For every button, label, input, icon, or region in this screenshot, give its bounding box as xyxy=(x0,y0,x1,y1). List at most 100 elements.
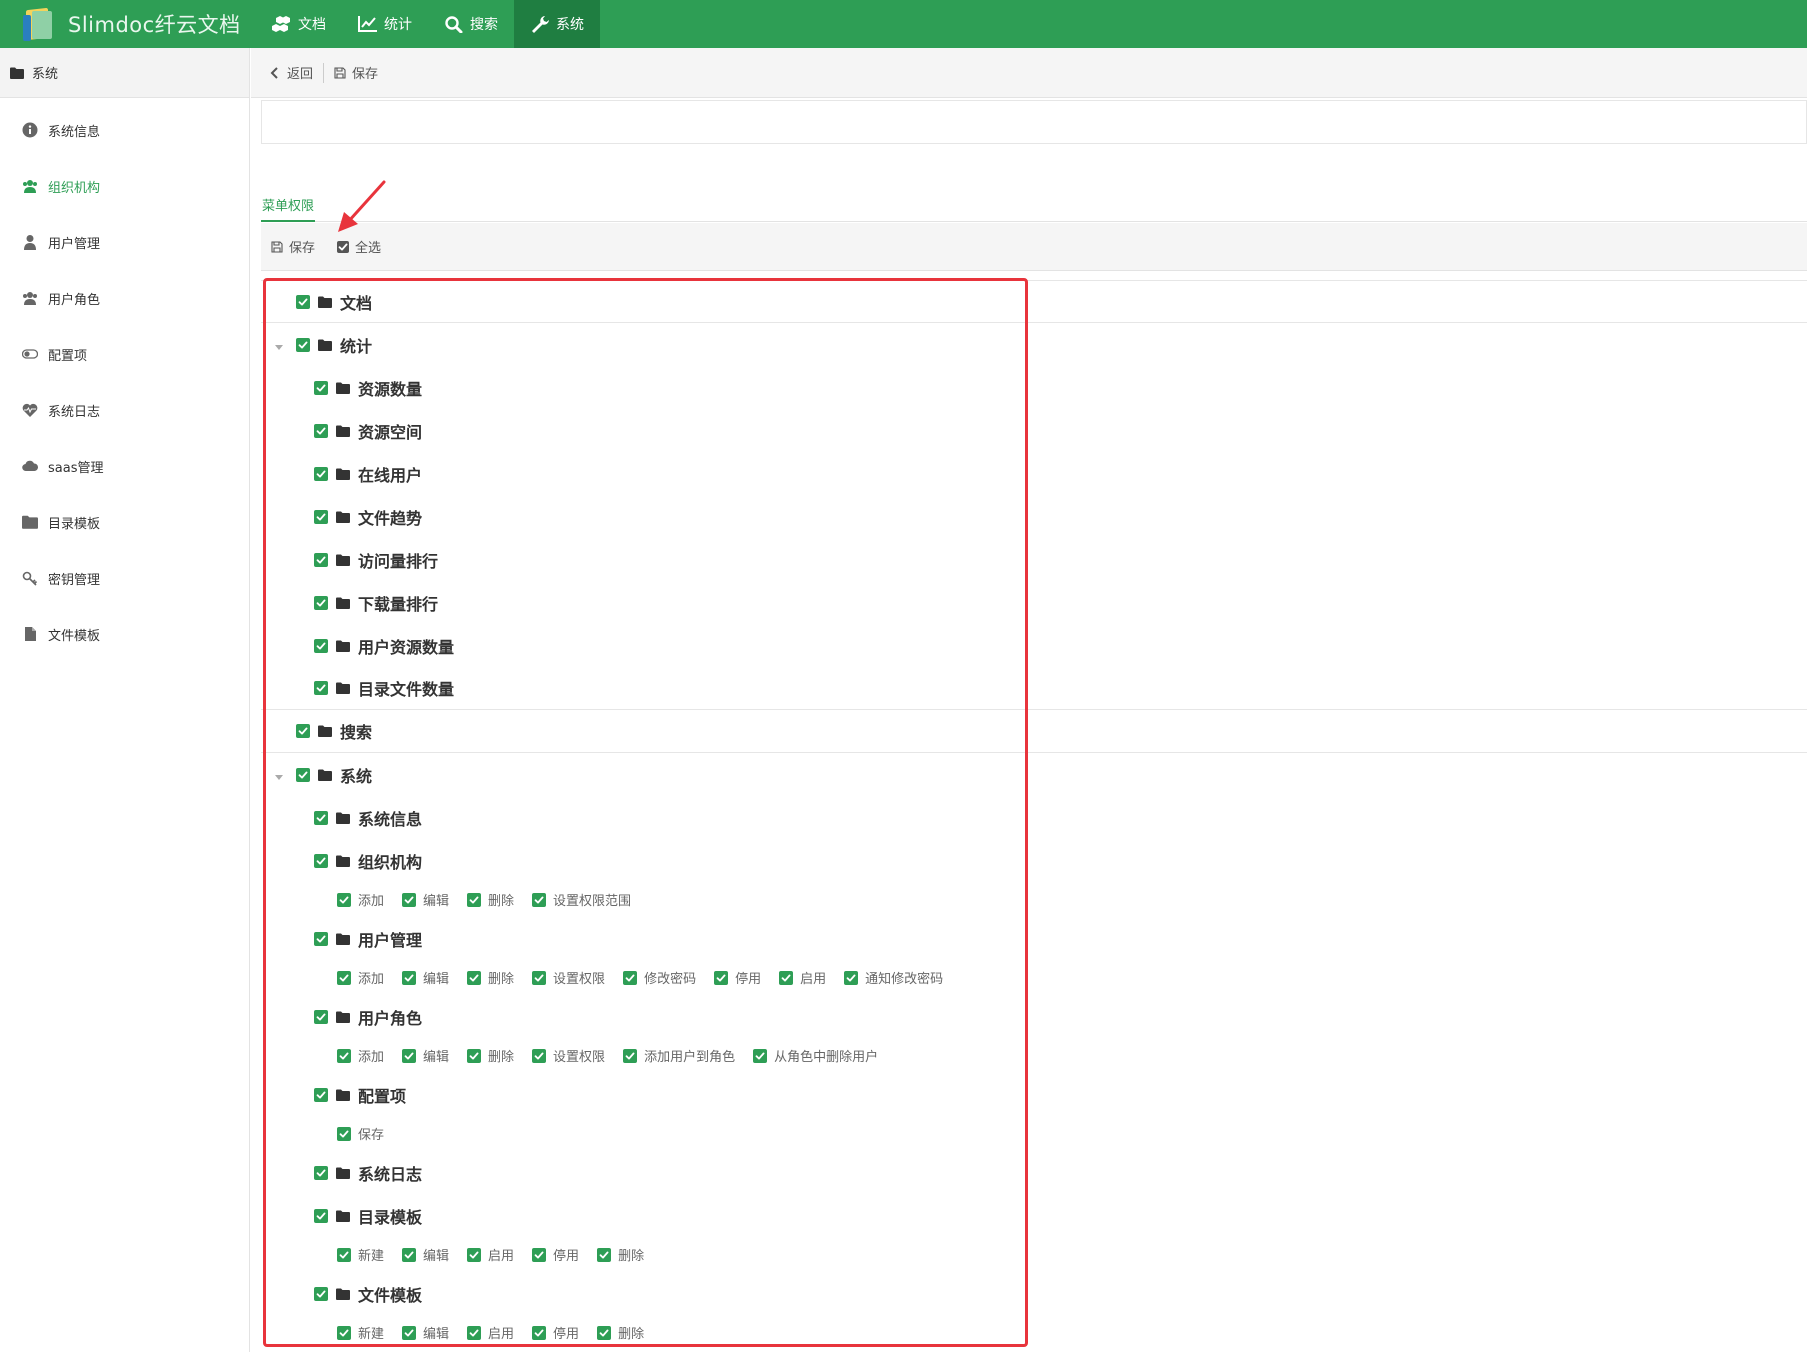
action-label: 启用 xyxy=(488,1327,515,1342)
sidebar-item-system-info[interactable]: 系统信息 xyxy=(0,102,249,158)
file-template-actions: 新建 编辑 启用 停用 删除 xyxy=(261,1315,1807,1350)
folder-icon xyxy=(318,296,332,308)
action-checkbox[interactable]: 编辑 xyxy=(402,890,449,909)
file-icon xyxy=(25,627,36,641)
action-checkbox[interactable]: 新建 xyxy=(337,1323,384,1342)
caret-down-icon[interactable] xyxy=(275,345,283,350)
user-management-actions: 添加 编辑 删除 设置权限 修改密码 停用 启用 通知修改密码 xyxy=(261,960,1807,995)
sidebar-item-dir-template[interactable]: 目录模板 xyxy=(0,494,249,550)
sidebar-item-label: 用户管理 xyxy=(48,236,101,252)
action-checkbox[interactable]: 启用 xyxy=(467,1323,514,1342)
action-checkbox[interactable]: 修改密码 xyxy=(623,968,696,987)
sidebar-item-saas[interactable]: saas管理 xyxy=(0,438,249,494)
checkbox[interactable] xyxy=(296,337,310,352)
checkbox xyxy=(337,240,350,253)
checkbox[interactable] xyxy=(296,767,310,782)
user-icon xyxy=(24,235,36,250)
checkbox[interactable] xyxy=(314,1009,328,1024)
action-checkbox[interactable]: 编辑 xyxy=(402,1245,449,1264)
checkbox[interactable] xyxy=(314,638,328,653)
action-checkbox[interactable]: 添加 xyxy=(337,968,384,987)
action-checkbox[interactable]: 编辑 xyxy=(402,1323,449,1342)
action-checkbox[interactable]: 通知修改密码 xyxy=(844,968,943,987)
tree-node-organization: 组织机构 xyxy=(261,839,1807,882)
action-checkbox[interactable]: 添加 xyxy=(337,890,384,909)
action-label: 添加 xyxy=(358,894,385,909)
checkbox[interactable] xyxy=(314,810,328,825)
node-label: 下载量排行 xyxy=(358,594,439,614)
action-checkbox[interactable]: 设置权限 xyxy=(532,1046,605,1065)
action-checkbox[interactable]: 设置权限 xyxy=(532,968,605,987)
action-checkbox[interactable]: 编辑 xyxy=(402,968,449,987)
checkbox[interactable] xyxy=(296,294,310,309)
tree-node-config: 配置项 xyxy=(261,1073,1807,1116)
nav-item-system[interactable]: 系统 xyxy=(514,0,600,48)
sidebar-item-organization[interactable]: 组织机构 xyxy=(0,158,249,214)
nav-item-docs[interactable]: 文档 xyxy=(256,0,342,48)
folder-icon xyxy=(318,339,332,351)
checkbox[interactable] xyxy=(314,466,328,481)
sidebar-item-keys[interactable]: 密钥管理 xyxy=(0,550,249,606)
sidebar-item-label: 组织机构 xyxy=(48,180,101,196)
folder-icon xyxy=(336,468,350,480)
checkbox[interactable] xyxy=(296,724,310,738)
tree-node-stats-child: 在线用户 xyxy=(261,452,1807,495)
brand[interactable]: Slimdoc纤云文档 xyxy=(20,0,241,48)
node-label: 配置项 xyxy=(358,1086,407,1106)
action-checkbox[interactable]: 删除 xyxy=(597,1323,644,1342)
tree-node-stats-child: 用户资源数量 xyxy=(261,624,1807,667)
checkbox[interactable] xyxy=(314,1286,328,1301)
action-checkbox[interactable]: 删除 xyxy=(467,890,514,909)
action-checkbox[interactable]: 删除 xyxy=(597,1245,644,1264)
action-checkbox[interactable]: 停用 xyxy=(532,1323,579,1342)
action-checkbox[interactable]: 停用 xyxy=(714,968,761,987)
checkbox[interactable] xyxy=(314,931,328,946)
node-label: 用户管理 xyxy=(358,930,423,950)
checkbox[interactable] xyxy=(314,681,328,695)
action-checkbox[interactable]: 设置权限范围 xyxy=(532,890,631,909)
action-checkbox[interactable]: 删除 xyxy=(467,968,514,987)
sidebar-item-system-log[interactable]: 系统日志 xyxy=(0,382,249,438)
nav-item-stats[interactable]: 统计 xyxy=(342,0,428,48)
action-checkbox[interactable]: 添加用户到角色 xyxy=(623,1046,735,1065)
action-checkbox[interactable]: 从角色中删除用户 xyxy=(753,1046,878,1065)
checkbox[interactable] xyxy=(314,1208,328,1223)
action-checkbox[interactable]: 删除 xyxy=(467,1046,514,1065)
action-label: 从角色中删除用户 xyxy=(774,1050,879,1065)
checkbox[interactable] xyxy=(314,552,328,567)
checkbox[interactable] xyxy=(314,853,328,868)
checkbox[interactable] xyxy=(314,1087,328,1102)
sidebar-item-config[interactable]: 配置项 xyxy=(0,326,249,382)
folder-icon xyxy=(318,769,332,781)
action-label: 新建 xyxy=(358,1327,385,1342)
action-checkbox[interactable]: 启用 xyxy=(779,968,826,987)
action-checkbox[interactable]: 编辑 xyxy=(402,1046,449,1065)
action-label: 添加 xyxy=(358,1050,385,1065)
sidebar-item-user-roles[interactable]: 用户角色 xyxy=(0,270,249,326)
save-button[interactable]: 保存 xyxy=(326,63,386,82)
tab-menu-permission[interactable]: 菜单权限 xyxy=(261,188,316,222)
checkbox[interactable] xyxy=(314,423,328,438)
caret-down-icon[interactable] xyxy=(275,775,283,780)
action-checkbox[interactable]: 启用 xyxy=(467,1245,514,1264)
action-label: 设置权限 xyxy=(553,1050,606,1065)
select-all-button[interactable]: 全选 xyxy=(337,237,381,256)
action-checkbox[interactable]: 添加 xyxy=(337,1046,384,1065)
checkbox[interactable] xyxy=(314,380,328,395)
cubes-icon xyxy=(272,16,290,32)
checkbox[interactable] xyxy=(314,1165,328,1180)
action-checkbox[interactable]: 停用 xyxy=(532,1245,579,1264)
sidebar-header: 系统 xyxy=(0,48,249,98)
sidebar-item-user-management[interactable]: 用户管理 xyxy=(0,214,249,270)
action-label: 删除 xyxy=(488,972,515,987)
sidebar-item-label: 系统日志 xyxy=(48,404,101,420)
action-checkbox[interactable]: 新建 xyxy=(337,1245,384,1264)
action-checkbox[interactable]: 保存 xyxy=(337,1124,384,1143)
checkbox[interactable] xyxy=(314,595,328,610)
back-button[interactable]: 返回 xyxy=(261,63,321,82)
permission-save-button[interactable]: 保存 xyxy=(271,237,315,256)
checkbox[interactable] xyxy=(314,509,328,524)
search-icon xyxy=(445,16,463,33)
nav-item-search[interactable]: 搜索 xyxy=(428,0,514,48)
sidebar-item-file-template[interactable]: 文件模板 xyxy=(0,606,249,662)
